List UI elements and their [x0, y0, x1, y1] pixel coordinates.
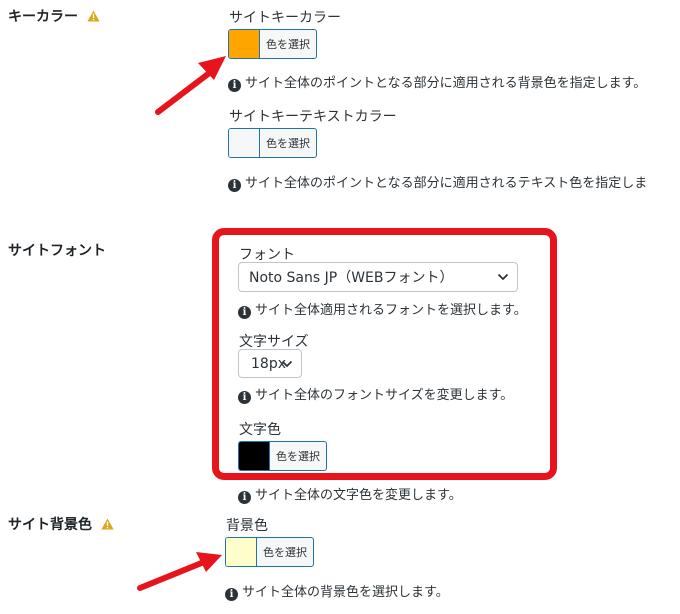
annotation-arrow-icon	[137, 552, 222, 591]
